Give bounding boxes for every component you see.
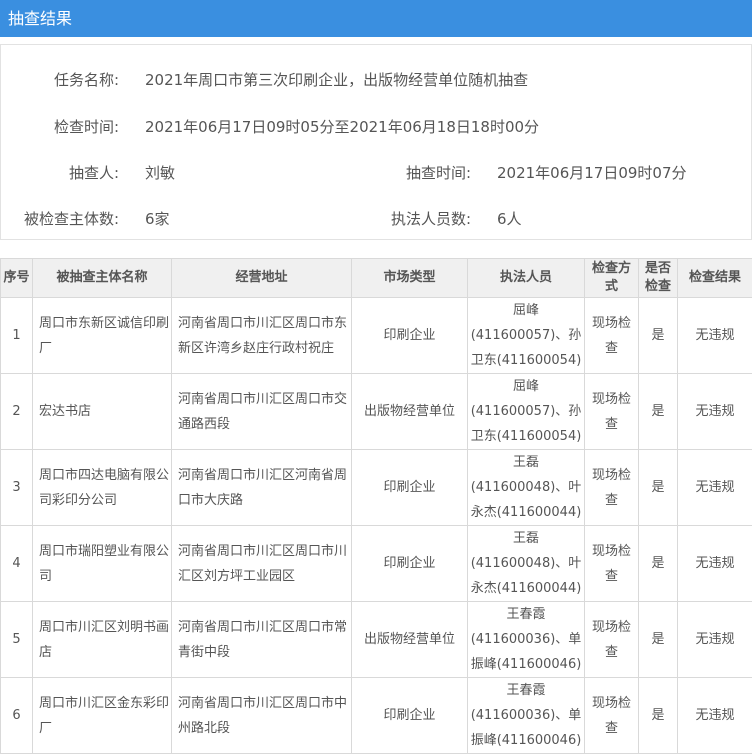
subject-count-label: 被检查主体数: <box>11 208 119 229</box>
cell-market-type: 出版物经营单位 <box>352 374 468 450</box>
table-row: 4 周口市瑞阳塑业有限公司 河南省周口市川汇区周口市川汇区刘方坪工业园区 印刷企… <box>1 526 752 602</box>
cell-result: 无违规 <box>678 602 752 678</box>
cell-officers: 屈峰(411600057)、孙卫东(411600054) <box>468 298 585 374</box>
cell-subject: 周口市川汇区刘明书画店 <box>33 602 172 678</box>
col-header-result: 检查结果 <box>678 259 752 298</box>
table-row: 1 周口市东新区诚信印刷厂 河南省周口市川汇区周口市东新区许湾乡赵庄行政村祝庄 … <box>1 298 752 374</box>
spot-time-label: 抽查时间: <box>371 162 471 183</box>
cell-result: 无违规 <box>678 298 752 374</box>
cell-method: 现场检查 <box>585 298 639 374</box>
col-header-subject: 被抽查主体名称 <box>33 259 172 298</box>
results-table: 序号 被抽查主体名称 经营地址 市场类型 执法人员 检查方式 是否检查 检查结果… <box>0 258 752 754</box>
cell-market-type: 印刷企业 <box>352 526 468 602</box>
cell-market-type: 印刷企业 <box>352 678 468 754</box>
cell-market-type: 印刷企业 <box>352 298 468 374</box>
cell-address: 河南省周口市川汇区周口市中州路北段 <box>172 678 352 754</box>
cell-checked: 是 <box>639 602 678 678</box>
check-time-label: 检查时间: <box>31 116 119 137</box>
cell-result: 无违规 <box>678 526 752 602</box>
task-info-panel: 任务名称: 2021年周口市第三次印刷企业，出版物经营单位随机抽查 检查时间: … <box>0 44 752 240</box>
table-header-row: 序号 被抽查主体名称 经营地址 市场类型 执法人员 检查方式 是否检查 检查结果 <box>1 259 752 298</box>
officer-count-value: 6人 <box>497 208 522 229</box>
cell-result: 无违规 <box>678 374 752 450</box>
inspector-value: 刘敏 <box>145 162 175 183</box>
cell-address: 河南省周口市川汇区周口市川汇区刘方坪工业园区 <box>172 526 352 602</box>
cell-checked: 是 <box>639 526 678 602</box>
cell-checked: 是 <box>639 374 678 450</box>
table-row: 5 周口市川汇区刘明书画店 河南省周口市川汇区周口市常青街中段 出版物经营单位 … <box>1 602 752 678</box>
cell-index: 6 <box>1 678 33 754</box>
cell-index: 4 <box>1 526 33 602</box>
officer-count-label: 执法人员数: <box>371 208 471 229</box>
cell-officers: 王磊(411600048)、叶永杰(411600044) <box>468 526 585 602</box>
col-header-market-type: 市场类型 <box>352 259 468 298</box>
table-row: 3 周口市四达电脑有限公司彩印分公司 河南省周口市川汇区河南省周口市大庆路 印刷… <box>1 450 752 526</box>
cell-index: 3 <box>1 450 33 526</box>
cell-address: 河南省周口市川汇区河南省周口市大庆路 <box>172 450 352 526</box>
cell-subject: 周口市四达电脑有限公司彩印分公司 <box>33 450 172 526</box>
check-time-value: 2021年06月17日09时05分至2021年06月18日18时00分 <box>145 116 539 137</box>
cell-result: 无违规 <box>678 450 752 526</box>
cell-address: 河南省周口市川汇区周口市常青街中段 <box>172 602 352 678</box>
cell-method: 现场检查 <box>585 526 639 602</box>
col-header-index: 序号 <box>1 259 33 298</box>
table-row: 2 宏达书店 河南省周口市川汇区周口市交通路西段 出版物经营单位 屈峰(4116… <box>1 374 752 450</box>
col-header-address: 经营地址 <box>172 259 352 298</box>
cell-method: 现场检查 <box>585 678 639 754</box>
cell-checked: 是 <box>639 678 678 754</box>
cell-subject: 宏达书店 <box>33 374 172 450</box>
section-title: 抽查结果 <box>8 9 72 28</box>
cell-subject: 周口市瑞阳塑业有限公司 <box>33 526 172 602</box>
cell-officers: 王磊(411600048)、叶永杰(411600044) <box>468 450 585 526</box>
col-header-checked: 是否检查 <box>639 259 678 298</box>
cell-subject: 周口市东新区诚信印刷厂 <box>33 298 172 374</box>
cell-checked: 是 <box>639 450 678 526</box>
cell-market-type: 印刷企业 <box>352 450 468 526</box>
col-header-method: 检查方式 <box>585 259 639 298</box>
cell-address: 河南省周口市川汇区周口市东新区许湾乡赵庄行政村祝庄 <box>172 298 352 374</box>
cell-address: 河南省周口市川汇区周口市交通路西段 <box>172 374 352 450</box>
cell-officers: 屈峰(411600057)、孙卫东(411600054) <box>468 374 585 450</box>
cell-officers: 王春霞(411600036)、单振峰(411600046) <box>468 678 585 754</box>
section-header: 抽查结果 <box>0 0 752 37</box>
cell-method: 现场检查 <box>585 374 639 450</box>
cell-method: 现场检查 <box>585 450 639 526</box>
task-name-label: 任务名称: <box>31 69 119 90</box>
subject-count-value: 6家 <box>145 208 170 229</box>
cell-index: 1 <box>1 298 33 374</box>
cell-result: 无违规 <box>678 678 752 754</box>
cell-index: 5 <box>1 602 33 678</box>
col-header-officers: 执法人员 <box>468 259 585 298</box>
task-name-value: 2021年周口市第三次印刷企业，出版物经营单位随机抽查 <box>145 69 528 90</box>
inspector-label: 抽查人: <box>31 162 119 183</box>
spot-time-value: 2021年06月17日09时07分 <box>497 162 687 183</box>
cell-market-type: 出版物经营单位 <box>352 602 468 678</box>
table-row: 6 周口市川汇区金东彩印厂 河南省周口市川汇区周口市中州路北段 印刷企业 王春霞… <box>1 678 752 754</box>
cell-method: 现场检查 <box>585 602 639 678</box>
cell-checked: 是 <box>639 298 678 374</box>
cell-index: 2 <box>1 374 33 450</box>
cell-officers: 王春霞(411600036)、单振峰(411600046) <box>468 602 585 678</box>
cell-subject: 周口市川汇区金东彩印厂 <box>33 678 172 754</box>
